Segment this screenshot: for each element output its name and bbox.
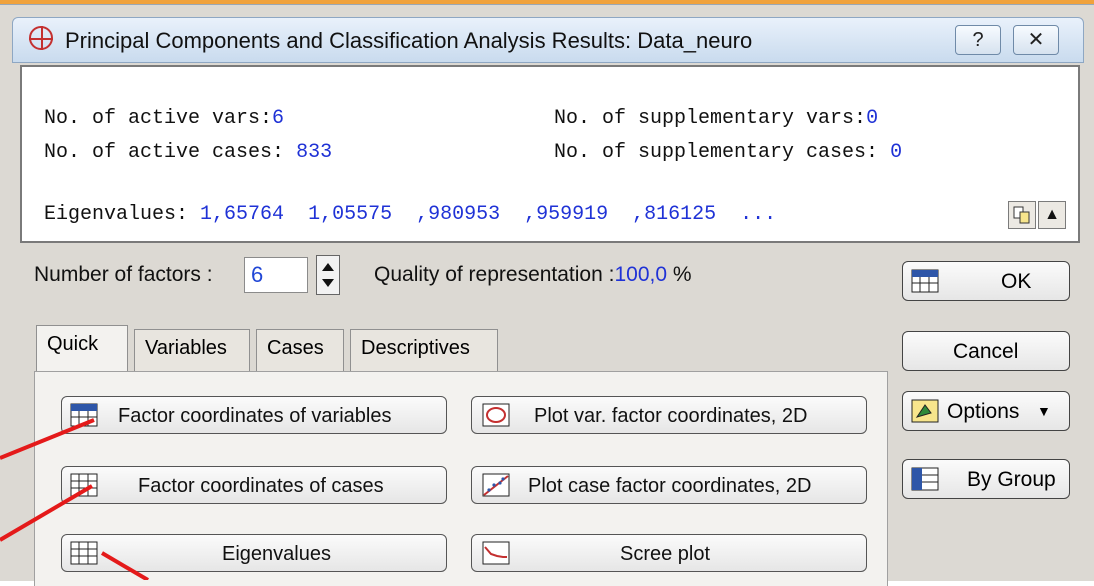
active-cases-value: 833 [296,141,333,164]
active-vars-label: No. of active vars: [44,107,273,130]
help-button[interactable]: ? [955,25,1001,55]
summary-table-icon [70,403,98,427]
supp-vars-value: 0 [866,107,879,130]
tab-variables[interactable]: Variables [134,329,250,371]
supp-vars-label: No. of supplementary vars: [554,107,867,130]
expand-up-icon[interactable]: ▲ [1038,201,1066,229]
active-cases-line: No. of active cases: 833 [44,141,332,164]
num-factors-spinner[interactable] [316,255,340,295]
scatter-case-icon [482,473,510,497]
copy-icon[interactable] [1008,201,1036,229]
active-vars-value: 6 [272,107,285,130]
options-button[interactable]: Options ▼ [902,391,1070,431]
chevron-down-icon: ▼ [1037,403,1051,419]
ok-button[interactable]: OK [902,261,1070,301]
by-group-icon [911,467,939,491]
supp-vars-line: No. of supplementary vars:0 [554,107,878,130]
tab-descriptives[interactable]: Descriptives [350,329,498,371]
quality-line: Quality of representation :100,0 % [374,263,692,287]
quality-value: 100,0 [614,263,668,286]
plot-case-coords-button[interactable]: Plot case factor coordinates, 2D [471,466,867,504]
quality-unit: % [672,263,692,286]
results-dialog: Principal Components and Classification … [0,4,1094,586]
tab-quick[interactable]: Quick [36,325,128,373]
eigenvalues-line: Eigenvalues: 1,65764 1,05575 ,980953 ,95… [44,203,776,226]
close-button[interactable]: ✕ [1013,25,1059,55]
eigen-values: 1,65764 1,05575 ,980953 ,959919 ,816125 … [200,203,777,226]
active-vars-line: No. of active vars:6 [44,107,284,130]
spin-up-icon[interactable] [322,263,334,271]
spin-down-icon[interactable] [322,279,334,287]
factor-coords-vars-button[interactable]: Factor coordinates of variables [61,396,447,434]
pca-crosshair-icon [29,26,53,50]
active-cases-label: No. of active cases: [44,141,285,164]
eigenvalues-button[interactable]: Eigenvalues [61,534,447,572]
spreadsheet-icon [70,541,98,565]
scatter-var-icon [482,403,510,427]
results-summary-panel: No. of active vars:6 No. of supplementar… [20,65,1080,243]
tab-cases[interactable]: Cases [256,329,344,371]
num-factors-input[interactable]: 6 [244,257,308,293]
cancel-button[interactable]: Cancel [902,331,1070,371]
eigen-label: Eigenvalues: [44,203,189,226]
summary-table-icon [911,269,939,293]
supp-cases-label: No. of supplementary cases: [554,141,879,164]
spreadsheet-icon [70,473,98,497]
supp-cases-value: 0 [890,141,903,164]
scree-plot-button[interactable]: Scree plot [471,534,867,572]
num-factors-label: Number of factors : [34,263,213,286]
plot-var-coords-button[interactable]: Plot var. factor coordinates, 2D [471,396,867,434]
by-group-button[interactable]: By Group [902,459,1070,499]
title-bar: Principal Components and Classification … [12,17,1084,63]
window-title: Principal Components and Classification … [65,28,753,53]
quality-label: Quality of representation : [374,263,615,286]
quick-tab-panel: Factor coordinates of variables Plot var… [34,371,888,586]
scree-plot-icon [482,541,510,565]
factor-coords-cases-button[interactable]: Factor coordinates of cases [61,466,447,504]
supp-cases-line: No. of supplementary cases: 0 [554,141,902,164]
options-icon [911,399,939,423]
